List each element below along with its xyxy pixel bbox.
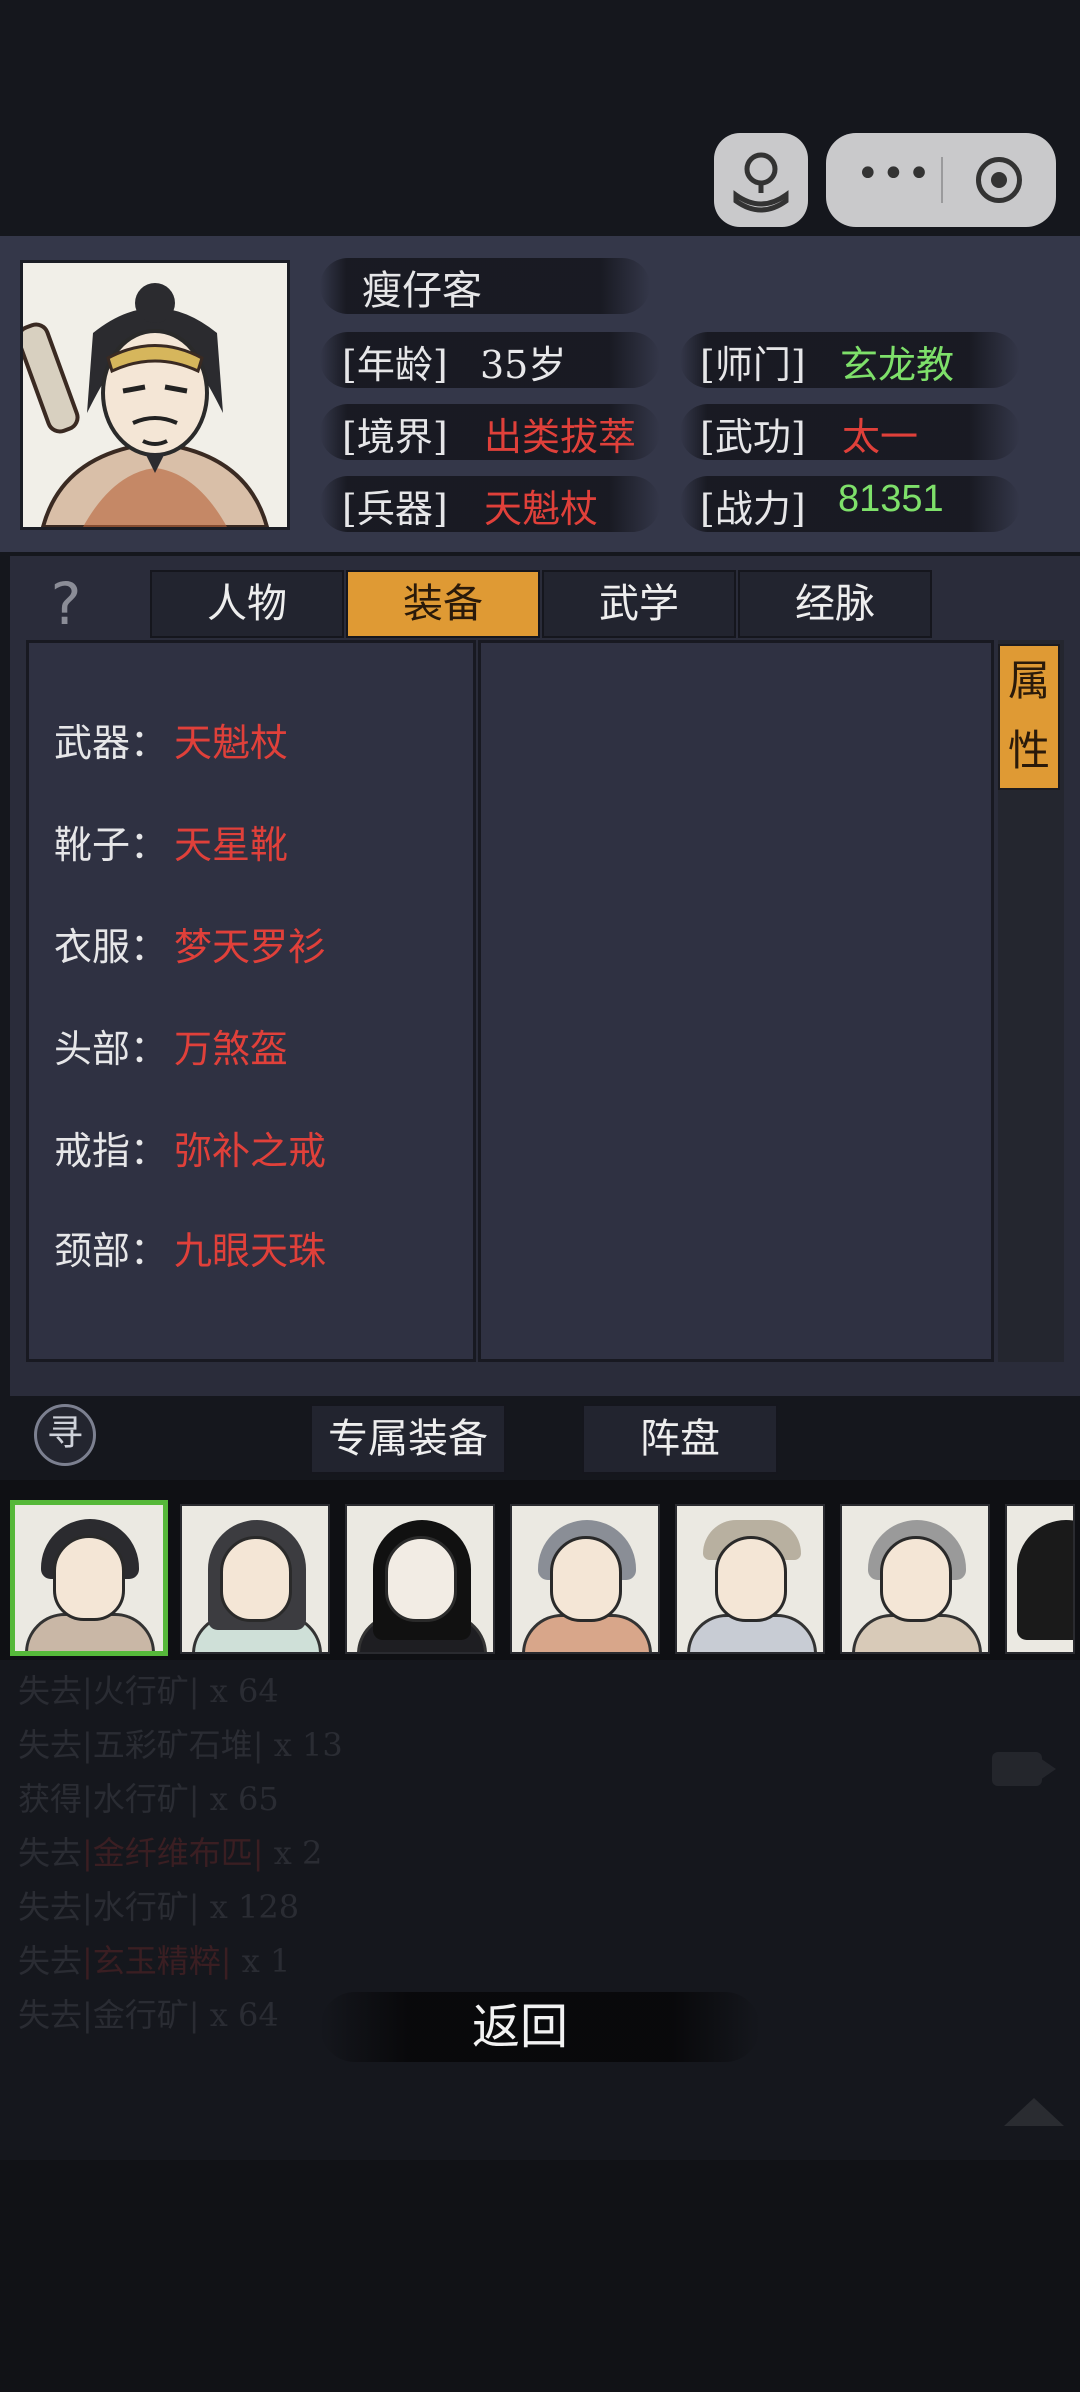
bottom-area	[0, 2160, 1080, 2392]
weapon-value: 天魁杖	[484, 487, 599, 531]
attr-tab-line2: 性	[1007, 726, 1050, 775]
item-name: 天星靴	[174, 823, 289, 867]
hero-face	[715, 1536, 787, 1622]
item-name: 九眼天珠	[174, 1229, 327, 1273]
hero-card-1[interactable]	[10, 1500, 168, 1656]
equip-slot-boots[interactable]: 靴子： 天星靴	[54, 814, 288, 869]
realm-value: 出类拔萃	[484, 415, 637, 459]
item-name: 天魁杖	[174, 721, 289, 765]
tab-meridians[interactable]: 经脉	[738, 570, 932, 638]
video-camera-icon[interactable]	[992, 1752, 1056, 1786]
log-qty: x 128	[199, 1888, 300, 1926]
hero-face	[880, 1536, 952, 1622]
scroll-up-icon[interactable]	[1004, 2098, 1064, 2126]
hero-card-4[interactable]	[510, 1504, 660, 1654]
log-line: 失去|五彩矿石堆| x 13	[18, 1720, 343, 1766]
log-action: 失去	[18, 1834, 83, 1872]
age-label: [年龄]	[342, 343, 448, 387]
equip-slot-clothes[interactable]: 衣服： 梦天罗衫	[54, 916, 326, 971]
attr-tab-line1: 属	[1007, 656, 1050, 705]
log-action: 获得	[18, 1780, 83, 1818]
player-name: 瘦仔客	[362, 268, 482, 314]
tab-equipment[interactable]: 装备	[346, 570, 540, 638]
power-value: 81351	[838, 478, 944, 520]
formation-button[interactable]: 阵盘	[582, 1404, 778, 1474]
log-item: |火行矿|	[82, 1672, 200, 1710]
log-qty: x 1	[231, 1942, 291, 1980]
equipment-detail	[478, 640, 994, 1362]
hero-face	[220, 1536, 292, 1622]
item-name: 弥补之戒	[174, 1129, 327, 1173]
log-action: 失去	[18, 1672, 83, 1710]
exclusive-equipment-button[interactable]: 专属装备	[310, 1404, 506, 1474]
seek-icon[interactable]: 寻	[34, 1404, 96, 1466]
log-item: |玄玉精粹|	[82, 1942, 232, 1980]
equip-slot-head[interactable]: 头部： 万煞盔	[54, 1018, 288, 1073]
age-value: 35岁	[480, 343, 567, 387]
slot-label: 戒指：	[54, 1129, 169, 1173]
equip-slot-weapon[interactable]: 武器： 天魁杖	[54, 712, 288, 767]
hero-face	[53, 1535, 125, 1621]
log-item: |水行矿|	[82, 1780, 200, 1818]
log-action: 失去	[18, 1942, 83, 1980]
hero-hair	[1017, 1520, 1073, 1640]
avatar	[16, 260, 290, 530]
sect-value: 玄龙教	[840, 343, 955, 387]
slot-label: 衣服：	[54, 925, 169, 969]
weapon-label: [兵器]	[342, 487, 448, 531]
hero-face	[385, 1536, 457, 1622]
attributes-tab[interactable]: 属 性	[998, 644, 1060, 790]
equip-slot-neck[interactable]: 颈部： 九眼天珠	[54, 1220, 326, 1275]
item-name: 梦天罗衫	[174, 925, 327, 969]
gamepad-icon	[733, 152, 789, 213]
log-line: 失去|水行矿| x 128	[18, 1882, 299, 1928]
log-line: 失去|金纤维布匹| x 2	[18, 1828, 322, 1874]
capsule-menu: •••	[826, 133, 1056, 227]
slot-label: 武器：	[54, 721, 169, 765]
hero-card-5[interactable]	[675, 1504, 825, 1654]
equip-slot-ring[interactable]: 戒指： 弥补之戒	[54, 1120, 326, 1175]
return-button[interactable]: 返回	[0, 1992, 1040, 2062]
item-name: 万煞盔	[174, 1027, 289, 1071]
slot-label: 头部：	[54, 1027, 169, 1071]
log-action: 失去	[18, 1888, 83, 1926]
realm-label: [境界]	[342, 415, 448, 459]
hero-card-3[interactable]	[345, 1504, 495, 1654]
tab-martial-arts[interactable]: 武学	[542, 570, 736, 638]
log-qty: x 65	[199, 1780, 279, 1818]
skill-label: [武功]	[700, 415, 806, 459]
skill-value: 太一	[842, 415, 919, 459]
more-icon[interactable]: •••	[856, 154, 931, 199]
hero-card-7[interactable]	[1005, 1504, 1075, 1654]
gamepad-button[interactable]	[714, 133, 808, 227]
hero-card-2[interactable]	[180, 1504, 330, 1654]
log-qty: x 13	[263, 1726, 343, 1764]
power-label: [战力]	[700, 487, 806, 531]
log-item: |五彩矿石堆|	[82, 1726, 264, 1764]
log-item: |水行矿|	[82, 1888, 200, 1926]
close-target-icon[interactable]	[976, 157, 1022, 203]
hero-face	[550, 1536, 622, 1622]
help-icon[interactable]: ?	[36, 570, 96, 638]
log-action: 失去	[18, 1726, 83, 1764]
log-line: 失去|玄玉精粹| x 1	[18, 1936, 290, 1982]
log-qty: x 64	[199, 1672, 279, 1710]
log-item: |金纤维布匹|	[82, 1834, 264, 1872]
sect-label: [师门]	[700, 343, 806, 387]
log-qty: x 2	[263, 1834, 323, 1872]
log-line: 失去|火行矿| x 64	[18, 1666, 279, 1712]
slot-label: 靴子：	[54, 823, 169, 867]
slot-label: 颈部：	[54, 1229, 169, 1273]
capsule-divider	[941, 157, 943, 203]
hero-card-6[interactable]	[840, 1504, 990, 1654]
tab-character[interactable]: 人物	[150, 570, 344, 638]
log-line: 获得|水行矿| x 65	[18, 1774, 279, 1820]
